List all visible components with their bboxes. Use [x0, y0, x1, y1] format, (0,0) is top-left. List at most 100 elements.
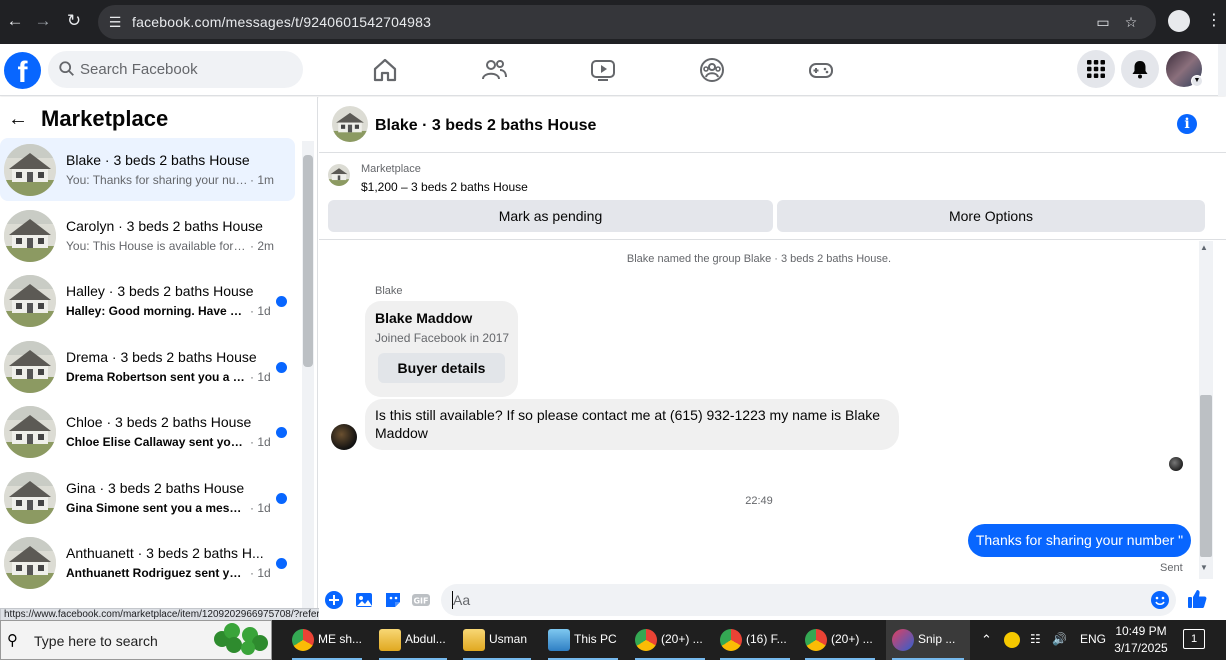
gaming-icon[interactable]: [807, 56, 835, 84]
taskbar-app-button[interactable]: Snip ...: [886, 620, 970, 660]
forward-arrow-icon[interactable]: →: [32, 10, 54, 32]
menu-grid-button[interactable]: [1077, 50, 1115, 88]
taskbar-app-button[interactable]: (20+) ...: [629, 620, 711, 660]
clover-icon: [214, 623, 268, 655]
conversation-name: Chloe · 3 beds 2 baths House: [66, 414, 252, 430]
tray-chevron-icon[interactable]: ⌃: [981, 632, 992, 648]
conversation-thumbnail: [4, 537, 56, 589]
scroll-up-arrow-icon[interactable]: ▲: [1200, 243, 1208, 252]
conversation-thumbnail: [4, 471, 56, 524]
unread-dot-icon: [276, 558, 287, 569]
taskbar-app-button[interactable]: Abdul...: [373, 620, 453, 660]
listing-price[interactable]: $1,200 – 3 beds 2 baths House: [361, 180, 528, 194]
friends-icon[interactable]: [480, 56, 508, 84]
mark-as-pending-button[interactable]: Mark as pending: [328, 200, 773, 232]
sender-avatar[interactable]: [331, 424, 357, 450]
listing-thumbnail[interactable]: [328, 164, 350, 186]
conversation-item[interactable]: Anthuanett · 3 beds 2 baths H... Anthuane…: [0, 531, 295, 594]
search-facebook-input[interactable]: Search Facebook: [48, 51, 303, 88]
conversation-name: Anthuanett · 3 beds 2 baths H...: [66, 545, 264, 561]
message-thread: ▲ ▼ Blake named the group Blake · 3 beds…: [319, 241, 1226, 579]
site-settings-icon[interactable]: ☰: [106, 13, 124, 31]
back-arrow-icon[interactable]: ←: [4, 10, 26, 32]
buyer-details-button[interactable]: Buyer details: [378, 353, 505, 383]
conversation-name: Blake · 3 beds 2 baths House: [66, 152, 250, 168]
reload-icon[interactable]: ↻: [63, 10, 85, 32]
chrome-icon: [292, 629, 314, 651]
gif-icon[interactable]: GIF: [411, 590, 431, 610]
unread-dot-icon: [276, 492, 287, 504]
taskbar-app-button[interactable]: ME sh...: [286, 620, 368, 660]
search-icon: [59, 61, 74, 76]
groups-icon[interactable]: [698, 56, 726, 84]
chat-title: Blake · 3 beds 2 baths House: [375, 117, 597, 134]
conversation-thumbnail: [4, 209, 56, 262]
notifications-button[interactable]: [1121, 50, 1159, 88]
taskbar-app-button[interactable]: (16) F...: [714, 620, 796, 660]
unread-dot-icon: [276, 427, 287, 438]
conversation-thumbnail: [4, 275, 56, 327]
taskbar-app-label: Abdul...: [405, 632, 446, 646]
bookmark-star-icon[interactable]: ☆: [1122, 13, 1140, 31]
browser-profile-icon[interactable]: [1168, 10, 1190, 32]
conversation-item[interactable]: Gina · 3 beds 2 baths House Gina Simone s…: [0, 466, 295, 529]
conversation-name: Drema · 3 beds 2 baths House: [66, 348, 257, 365]
message-composer: GIF Aa: [319, 579, 1226, 620]
conversation-item[interactable]: Halley · 3 beds 2 baths House Halley: Goo…: [0, 269, 295, 332]
taskbar-app-button[interactable]: This PC: [542, 620, 624, 660]
browser-menu-icon[interactable]: ⋮: [1206, 10, 1222, 32]
buyer-name: Blake Maddow: [375, 310, 473, 326]
sender-label: Blake: [375, 285, 403, 297]
back-arrow-icon[interactable]: ←: [8, 109, 28, 129]
sticker-icon[interactable]: [383, 590, 403, 610]
notification-center-icon[interactable]: 1: [1183, 629, 1205, 649]
panel-title: Marketplace: [41, 106, 169, 131]
outgoing-message[interactable]: Thanks for sharing your number ": [968, 524, 1191, 557]
tray-app-icon[interactable]: [1004, 632, 1020, 648]
incoming-message[interactable]: Is this still available? If so please co…: [365, 399, 899, 450]
cast-icon[interactable]: ▭: [1094, 13, 1112, 31]
taskbar-app-button[interactable]: Usman: [457, 620, 537, 660]
conversation-name: Carolyn · 3 beds 2 baths House: [66, 217, 263, 234]
conversation-item[interactable]: Carolyn · 3 beds 2 baths House You: This …: [0, 204, 295, 267]
account-avatar[interactable]: ▼: [1166, 51, 1203, 87]
seen-by-avatar: [1169, 457, 1183, 471]
address-bar-url[interactable]: facebook.com/messages/t/9240601542704983: [132, 14, 431, 30]
taskbar-app-label: Snip ...: [918, 632, 956, 646]
photo-icon[interactable]: [354, 590, 374, 610]
search-icon: ⚲: [7, 632, 18, 649]
conversation-scrollbar-thumb[interactable]: [303, 155, 313, 367]
info-icon[interactable]: i: [1177, 114, 1197, 134]
taskbar-clock[interactable]: 10:49 PM 3/17/2025: [1102, 623, 1180, 657]
volume-icon[interactable]: 🔊: [1052, 632, 1067, 646]
taskbar-app-label: (16) F...: [746, 632, 787, 646]
unread-dot-icon: [276, 296, 287, 307]
conversation-time: · 1m: [250, 173, 274, 187]
conversation-item[interactable]: Chloe · 3 beds 2 baths House Chloe Elise …: [0, 400, 295, 463]
plus-circle-icon[interactable]: [324, 590, 344, 610]
message-input-placeholder: Aa: [453, 592, 471, 608]
home-icon[interactable]: [371, 56, 399, 84]
sent-status: Sent: [1160, 562, 1183, 574]
conversation-snippet: Anthuanett Rodriguez sent you ...: [66, 566, 248, 580]
chrome-icon: [720, 629, 742, 651]
conversation-time: · 1d: [250, 500, 271, 515]
listing-avatar[interactable]: [332, 106, 368, 142]
video-icon[interactable]: [589, 56, 617, 84]
more-options-button[interactable]: More Options: [777, 200, 1205, 232]
like-thumb-icon[interactable]: [1186, 588, 1208, 610]
conversation-snippet: Halley: Good morning. Have we...: [66, 304, 248, 318]
address-bar[interactable]: ☰ facebook.com/messages/t/92406015427049…: [98, 5, 1156, 39]
page-scrollbar[interactable]: [1218, 44, 1226, 96]
tray-device-icon[interactable]: ☷: [1030, 632, 1041, 646]
scroll-down-arrow-icon[interactable]: ▼: [1200, 563, 1208, 572]
emoji-icon[interactable]: [1150, 590, 1170, 610]
facebook-logo-icon[interactable]: f: [4, 52, 41, 89]
thread-scrollbar-thumb[interactable]: [1200, 395, 1212, 557]
chat-header: Blake · 3 beds 2 baths House i: [319, 97, 1226, 153]
conversation-time: · 1d: [250, 369, 271, 384]
conversation-item[interactable]: Drema · 3 beds 2 baths House Drema Robert…: [0, 335, 295, 398]
conversation-item[interactable]: Blake · 3 beds 2 baths House You: Thanks …: [0, 138, 295, 201]
message-input[interactable]: Aa: [441, 584, 1176, 616]
taskbar-app-button[interactable]: (20+) ...: [799, 620, 881, 660]
